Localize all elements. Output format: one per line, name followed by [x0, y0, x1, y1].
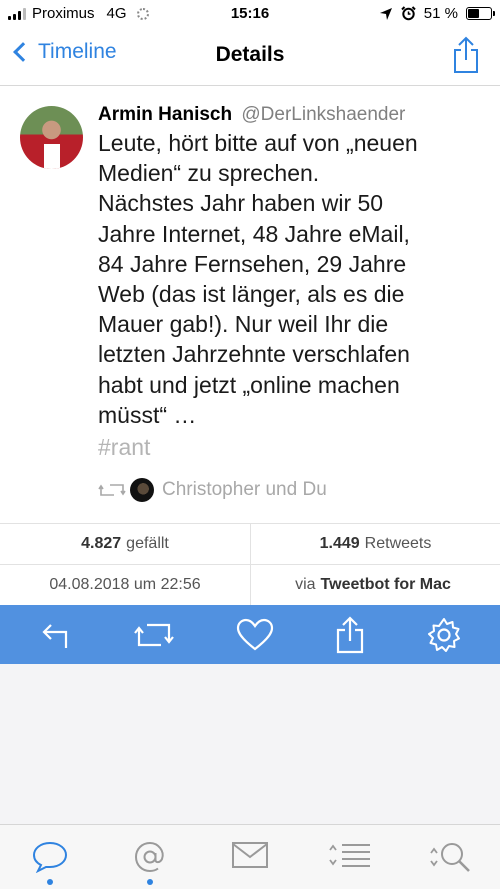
tweet-text-line: Jahre Internet, 48 Jahre eMail, [98, 220, 410, 247]
client-name: Tweetbot for Mac [320, 576, 451, 593]
navigation-bar: Timeline Details [0, 28, 500, 86]
gear-icon[interactable] [426, 617, 462, 653]
retweeted-by-label: Christopher und Du [162, 479, 327, 500]
avatar[interactable] [20, 106, 83, 169]
unread-dot [47, 879, 53, 885]
retweets-label: Retweets [364, 535, 432, 552]
tweet-text-line: Nächstes Jahr haben wir 50 [98, 190, 384, 217]
battery-percent: 51 % [423, 5, 458, 22]
retweeted-by[interactable]: Christopher und Du [98, 478, 327, 502]
status-bar: Proximus 4G 15:16 51 % [0, 0, 500, 28]
tweet-text-line: Web (das ist länger, als es die [98, 281, 405, 308]
tweet-action-bar [0, 605, 500, 664]
tweet-text-line: Leute, hört bitte auf von „neuen [98, 130, 418, 156]
likes-number: 4.827 [81, 535, 122, 552]
tab-lists[interactable] [320, 841, 380, 869]
tweet-text-line: Medien“ zu sprechen. [98, 160, 320, 187]
search-icon [430, 843, 470, 872]
tweet-date-text: 04.08.2018 um 22:56 [49, 576, 201, 593]
likes-label: gefällt [126, 535, 169, 552]
share-icon[interactable] [335, 615, 365, 654]
unread-dot [147, 879, 153, 885]
messages-envelope-icon [232, 842, 268, 868]
author-handle: @DerLinkshaender [241, 104, 406, 125]
tweet-client[interactable]: via Tweetbot for Mac [250, 565, 500, 605]
share-button[interactable] [452, 36, 480, 79]
battery-icon [466, 7, 495, 20]
hashtag-link[interactable]: #rant [98, 434, 150, 461]
retweets-number: 1.449 [319, 535, 360, 552]
likes-count[interactable]: 4.827 gefällt [0, 524, 250, 564]
tweet-text-line: habt und jetzt „online machen [98, 371, 400, 398]
location-arrow-icon [379, 7, 392, 20]
alarm-clock-icon [401, 6, 416, 21]
reply-icon[interactable] [38, 618, 72, 652]
heart-icon[interactable] [236, 618, 274, 652]
tab-messages[interactable] [220, 841, 280, 869]
tweet-author[interactable]: Armin Hanisch @DerLinkshaender [98, 104, 405, 126]
timeline-bubble-icon [32, 841, 68, 873]
tweet-text: Leute, hört bitte auf von „neuen Medien“… [98, 128, 483, 430]
author-name: Armin Hanisch [98, 104, 233, 125]
retweets-count[interactable]: 1.449 Retweets [250, 524, 500, 564]
tab-search[interactable] [420, 841, 480, 873]
tweet-stats: 4.827 gefällt 1.449 Retweets 04.08.2018 … [0, 523, 500, 605]
tab-mentions[interactable] [120, 841, 180, 885]
via-label: via [295, 576, 316, 593]
tweet-text-line: 84 Jahre Fernsehen, 29 Jahre [98, 250, 407, 277]
retweet-icon [98, 484, 126, 496]
retweet-icon[interactable] [133, 619, 175, 651]
page-title: Details [215, 43, 285, 66]
mentions-at-icon [134, 841, 164, 873]
tweet-text-line: Mauer gab!). Nur weil Ihr die [98, 311, 389, 338]
tweet-date: 04.08.2018 um 22:56 [0, 565, 250, 605]
tweet-text-line: letzten Jahrzehnte verschlafen [98, 341, 410, 368]
retweeter-avatar [130, 478, 154, 502]
tweet-text-line: müsst“ … [98, 401, 197, 428]
tab-timeline[interactable] [20, 841, 80, 885]
tweet-details-screen: Proximus 4G 15:16 51 % Timeline Details [0, 0, 500, 889]
tweet-detail: Armin Hanisch @DerLinkshaender Leute, hö… [0, 86, 500, 523]
share-icon [454, 36, 478, 73]
lists-icon [329, 844, 370, 867]
tab-bar [0, 824, 500, 889]
